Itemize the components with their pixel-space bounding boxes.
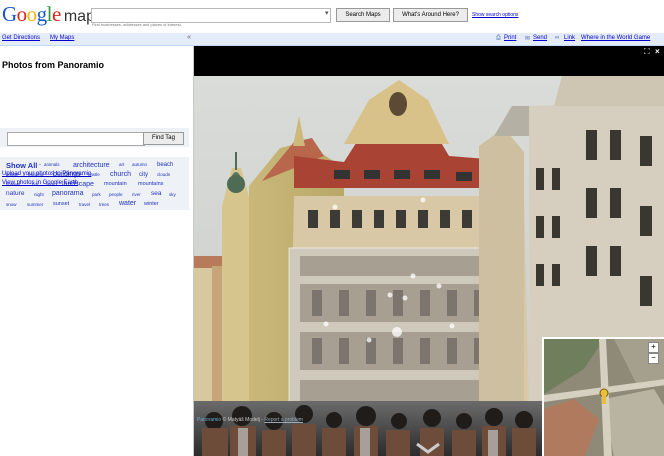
tag-mountains[interactable]: mountains — [138, 181, 163, 188]
tag-people[interactable]: people — [109, 192, 123, 198]
close-icon[interactable]: × — [655, 48, 660, 56]
tag-park[interactable]: park — [92, 192, 101, 198]
zoom-in-button[interactable]: + — [648, 342, 659, 353]
tag-river[interactable]: river — [132, 192, 141, 198]
tag-travel[interactable]: travel — [79, 202, 90, 208]
tag-panorama[interactable]: panorama — [52, 190, 84, 197]
tag-dash: - — [39, 162, 41, 168]
tag-snow[interactable]: snow — [6, 202, 17, 208]
chevron-down-icon[interactable] — [415, 442, 441, 454]
panoramio-brand[interactable]: Panoramio — [197, 417, 221, 423]
photo-author: © Matyáš Modelj — [222, 417, 260, 423]
upload-photos-link[interactable]: Upload your photos to Panoramio — [2, 171, 91, 177]
tag-nature[interactable]: nature — [6, 190, 24, 198]
tag-sky[interactable]: sky — [169, 192, 176, 198]
tag-winter[interactable]: winter — [144, 201, 159, 208]
send-icon: ✉ — [525, 36, 531, 42]
photo-credit: Panoramio © Matyáš Modelj - Report a pro… — [197, 417, 303, 423]
tag-beach[interactable]: beach — [157, 162, 173, 168]
collapse-panel-icon[interactable]: « — [187, 34, 191, 41]
tag-water[interactable]: water — [119, 200, 136, 207]
tag-mountain[interactable]: mountain — [104, 181, 127, 188]
get-directions-link[interactable]: Get Directions — [2, 35, 40, 41]
search-hint: Find businesses, addresses and places of… — [92, 22, 182, 27]
send-link[interactable]: Send — [533, 35, 547, 41]
my-maps-link[interactable]: My Maps — [50, 35, 74, 41]
tag-show-all[interactable]: Show All — [6, 162, 37, 170]
report-problem-link[interactable]: Report a problem — [264, 417, 303, 423]
location-minimap[interactable]: + − — [542, 337, 664, 456]
search-maps-button[interactable]: Search Maps — [336, 8, 390, 22]
tag-sea[interactable]: sea — [151, 190, 161, 198]
tag-input[interactable] — [7, 132, 145, 146]
minimap-image — [544, 339, 664, 456]
zoom-out-button[interactable]: − — [648, 353, 659, 364]
expand-icon[interactable]: ⛶ — [644, 48, 650, 56]
tag-architecture[interactable]: architecture — [73, 162, 110, 169]
world-game-link[interactable]: Where in the World Game — [581, 35, 650, 41]
tag-autumn[interactable]: autumn — [132, 162, 147, 168]
link-link[interactable]: Link — [564, 35, 575, 41]
tag-city[interactable]: city — [139, 172, 148, 178]
tag-church[interactable]: church — [110, 171, 131, 178]
left-link-bar: Get Directions My Maps « — [0, 33, 194, 46]
tag-art[interactable]: art — [119, 162, 124, 168]
find-tag-button[interactable]: Find Tag — [143, 132, 184, 145]
credit-separator: - — [261, 417, 263, 423]
logo-google: Google — [2, 2, 61, 26]
right-link-bar: ⎙ Print ✉ Send ∞ Link Where in the World… — [194, 33, 664, 46]
google-maps-logo[interactable]: Google maps — [2, 3, 103, 25]
sidebar: Photos from Panoramio Find Tag Show All … — [0, 46, 194, 456]
link-icon: ∞ — [555, 35, 560, 41]
show-search-options-link[interactable]: Show search options — [472, 12, 518, 18]
search-dropdown-icon[interactable]: ▾ — [325, 9, 329, 17]
photo-viewer: ⛶ × + − Panoramio © Matyáš Modelj - Repo… — [194, 46, 664, 456]
print-link[interactable]: Print — [504, 35, 516, 41]
whats-around-button[interactable]: What's Around Here? — [393, 8, 468, 22]
tag-clouds[interactable]: clouds — [157, 172, 170, 178]
top-bar: Google maps ▾ Find businesses, addresses… — [0, 0, 664, 33]
tag-night[interactable]: night — [34, 192, 44, 198]
tag-trees[interactable]: trees — [99, 202, 109, 208]
tag-summer[interactable]: summer — [27, 202, 43, 208]
print-icon: ⎙ — [496, 35, 501, 41]
search-input[interactable] — [91, 8, 331, 23]
tag-animals[interactable]: animals — [44, 162, 60, 168]
panel-title: Photos from Panoramio — [2, 60, 105, 70]
google-earth-link[interactable]: View photos in Google Earth — [2, 180, 78, 186]
tag-sunset[interactable]: sunset — [53, 201, 69, 208]
